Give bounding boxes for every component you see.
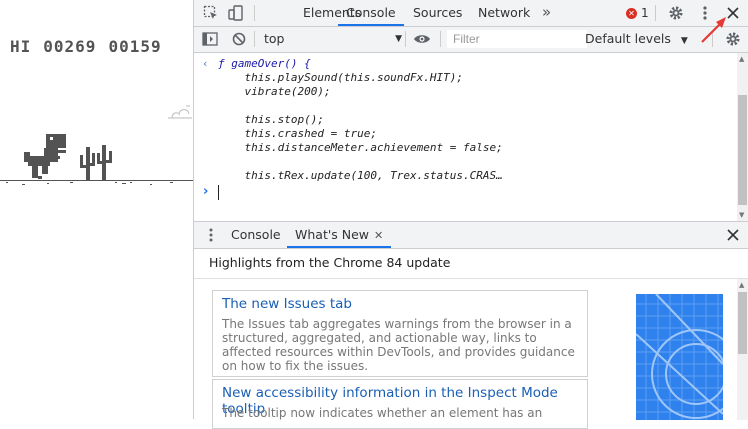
gear-icon[interactable] xyxy=(667,4,685,22)
drawer-tabbar: Console What's New ✕ xyxy=(194,222,748,249)
console-code: ƒ gameOver() { this.playSound(this.sound… xyxy=(218,57,503,183)
scroll-up-icon[interactable]: ▲ xyxy=(739,281,744,289)
ground-line xyxy=(0,180,193,181)
drawer-tab-label: What's New xyxy=(295,227,370,242)
scroll-up-icon[interactable]: ▲ xyxy=(739,55,744,63)
current-score: 00159 xyxy=(108,37,162,56)
divider xyxy=(254,31,255,47)
error-icon: ✕ xyxy=(626,7,637,19)
cactus-icon xyxy=(80,145,112,181)
dino-game[interactable]: HI 00269 00159 xyxy=(0,0,193,419)
ground-texture xyxy=(6,182,173,185)
devtools-tabbar: Elements Console Sources Network » ✕ 1 xyxy=(194,0,748,27)
divider xyxy=(440,31,441,47)
annotation-arrow-icon xyxy=(701,17,726,43)
hi-label: HI xyxy=(10,37,32,56)
code-line: this.tRex.update(100, Trex.status.CRAS… xyxy=(218,169,503,182)
sidebar-toggle-icon[interactable] xyxy=(201,30,219,48)
console-output[interactable]: ‹ ƒ gameOver() { this.playSound(this.sou… xyxy=(194,53,737,221)
divider xyxy=(405,31,406,47)
clear-console-icon[interactable] xyxy=(230,30,248,48)
console-scrollbar[interactable]: ▲ ▼ xyxy=(737,53,748,221)
tab-sources[interactable]: Sources xyxy=(405,0,470,26)
code-line: ƒ gameOver() { xyxy=(218,57,311,70)
hi-score: 00269 xyxy=(43,37,97,56)
code-line: vibrate(200); xyxy=(218,85,331,98)
drawer-scrollbar[interactable]: ▲ xyxy=(737,279,748,420)
triangle-down-icon: ▼ xyxy=(395,34,402,44)
divider xyxy=(254,5,255,21)
eye-icon[interactable] xyxy=(413,30,431,48)
triangle-down-icon: ▼ xyxy=(680,36,688,46)
drawer: Console What's New ✕ Highlights from the … xyxy=(194,221,748,429)
score-display: HI 00269 00159 xyxy=(10,37,174,56)
cloud-icon xyxy=(168,105,192,119)
card-description: The Issues tab aggregates warnings from … xyxy=(222,317,575,373)
devtools-panel: Elements Console Sources Network » ✕ 1 t… xyxy=(193,0,748,429)
code-line: this.playSound(this.soundFx.HIT); xyxy=(218,71,464,84)
context-value: top xyxy=(264,31,285,46)
close-tab-icon[interactable]: ✕ xyxy=(374,229,383,242)
highlights-heading: Highlights from the Chrome 84 update xyxy=(209,255,451,270)
device-toolbar-icon[interactable] xyxy=(227,4,245,22)
chrome-update-illustration xyxy=(636,294,723,420)
text-caret xyxy=(218,185,219,200)
close-drawer-icon[interactable] xyxy=(724,226,742,244)
prompt-chevron-icon: › xyxy=(203,184,209,199)
drawer-tab-console[interactable]: Console xyxy=(231,222,281,248)
scrollbar-thumb[interactable] xyxy=(738,95,747,205)
whats-new-card[interactable]: The new Issues tab The Issues tab aggreg… xyxy=(212,290,588,377)
context-select[interactable]: top ▼ xyxy=(258,30,406,48)
console-toolbar: top ▼ Default levels ▼ xyxy=(194,27,748,53)
drawer-tab-whats-new[interactable]: What's New ✕ xyxy=(287,222,392,248)
card-title-link[interactable]: The new Issues tab xyxy=(222,296,352,312)
divider xyxy=(194,278,748,279)
tab-console[interactable]: Console xyxy=(338,0,404,26)
scrollbar-thumb[interactable] xyxy=(738,292,747,354)
error-count: 1 xyxy=(641,6,649,20)
error-counter[interactable]: ✕ 1 xyxy=(626,6,649,20)
whats-new-card[interactable]: New accessibility information in the Ins… xyxy=(212,379,588,429)
code-line: this.distanceMeter.achievement = false; xyxy=(218,141,503,154)
log-levels-dropdown[interactable]: Default levels ▼ xyxy=(585,30,688,48)
divider xyxy=(655,5,656,21)
result-arrow-icon: ‹ xyxy=(203,57,208,70)
chevron-double-right-icon[interactable]: » xyxy=(542,0,551,26)
filter-input[interactable] xyxy=(447,30,587,48)
dinosaur-icon xyxy=(24,134,66,179)
drawer-menu-icon[interactable] xyxy=(202,226,220,244)
tab-network[interactable]: Network xyxy=(470,0,538,26)
code-line: this.stop(); xyxy=(218,113,324,126)
code-line: this.crashed = true; xyxy=(218,127,377,140)
card-description: The tooltip now indicates whether an ele… xyxy=(222,406,543,420)
scroll-down-icon[interactable]: ▼ xyxy=(739,211,744,219)
inspect-element-icon[interactable] xyxy=(202,4,220,22)
log-levels-label: Default levels xyxy=(585,31,671,46)
